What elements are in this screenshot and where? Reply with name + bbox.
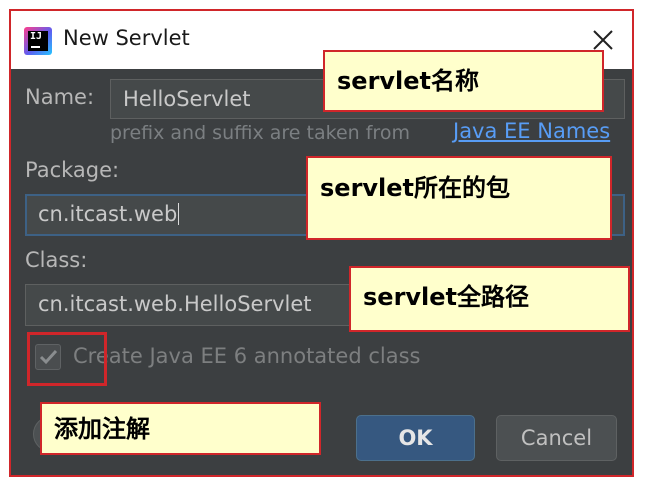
text-caret [178,203,180,225]
class-input-value: cn.itcast.web.HelloServlet [38,292,312,316]
package-input-value: cn.itcast.web [38,202,178,226]
package-annotation-note: servlet所在的包 [306,156,612,240]
ok-button[interactable]: OK [356,415,475,461]
checkbox-annotation-note: 添加注解 [40,402,321,455]
checkbox-highlight-box [27,332,107,386]
annotated-class-label: Create Java EE 6 annotated class [73,344,421,368]
name-label: Name: [25,85,95,109]
name-input-value: HelloServlet [123,87,251,111]
intellij-app-icon: IJ [24,27,52,55]
java-ee-names-link[interactable]: Java EE Names [453,119,610,143]
window-title: New Servlet [63,26,190,50]
close-icon[interactable] [591,28,615,52]
package-label: Package: [25,158,120,182]
cancel-button[interactable]: Cancel [496,415,617,461]
class-annotation-note: servlet全路径 [349,266,630,332]
class-label: Class: [25,248,88,272]
name-annotation-note: servlet名称 [323,50,604,112]
names-hint-text: prefix and suffix are taken from [110,122,410,144]
